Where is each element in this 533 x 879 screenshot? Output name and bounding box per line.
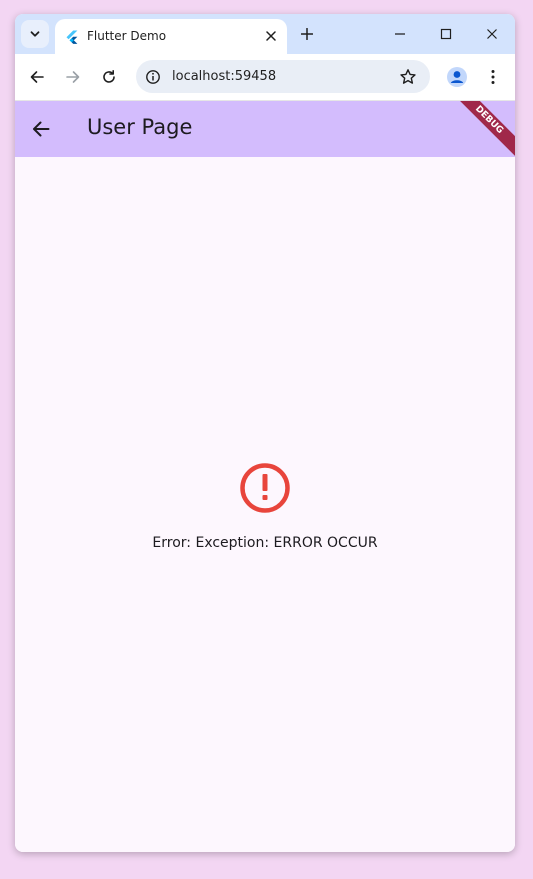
tab-strip: Flutter Demo	[15, 14, 515, 54]
arrow-left-icon	[30, 71, 44, 83]
site-info-icon[interactable]	[144, 68, 162, 86]
tab-title: Flutter Demo	[87, 29, 167, 43]
window-maximize-button[interactable]	[432, 22, 460, 46]
tab-search-button[interactable]	[21, 20, 49, 48]
more-vert-icon	[491, 70, 495, 84]
close-icon	[487, 29, 497, 39]
profile-avatar-button[interactable]	[445, 65, 469, 89]
app-bar: User Page DEBUG	[15, 101, 515, 157]
chevron-down-icon	[30, 31, 40, 37]
window-close-button[interactable]	[478, 22, 506, 46]
page-title: User Page	[87, 115, 193, 139]
browser-toolbar: localhost:59458	[15, 54, 515, 101]
browser-back-button[interactable]	[25, 65, 49, 89]
bookmark-star-icon[interactable]	[398, 67, 418, 87]
browser-menu-button[interactable]	[481, 65, 505, 89]
flutter-icon	[66, 30, 78, 44]
error-outline-icon	[240, 463, 290, 513]
browser-window: Flutter Demo localhost:59458 User Page D…	[15, 14, 515, 852]
address-bar[interactable]: localhost:59458	[136, 60, 430, 93]
window-minimize-button[interactable]	[386, 22, 414, 46]
reload-icon	[103, 70, 115, 83]
debug-banner: DEBUG	[441, 101, 515, 157]
address-url: localhost:59458	[172, 69, 277, 84]
maximize-icon	[440, 28, 452, 40]
app-back-button[interactable]	[29, 117, 53, 141]
browser-forward-button[interactable]	[61, 65, 85, 89]
arrow-back-icon	[33, 121, 50, 137]
browser-reload-button[interactable]	[97, 65, 121, 89]
tab-close-button[interactable]	[263, 28, 279, 44]
error-message: Error: Exception: ERROR OCCUR	[152, 535, 378, 551]
avatar-icon	[447, 67, 467, 87]
page-body: Error: Exception: ERROR OCCUR	[15, 157, 515, 852]
minimize-icon	[395, 33, 405, 35]
new-tab-button[interactable]	[297, 24, 317, 44]
close-icon	[266, 31, 276, 41]
arrow-right-icon	[66, 71, 80, 83]
browser-tab[interactable]: Flutter Demo	[55, 19, 287, 54]
plus-icon	[301, 28, 313, 40]
